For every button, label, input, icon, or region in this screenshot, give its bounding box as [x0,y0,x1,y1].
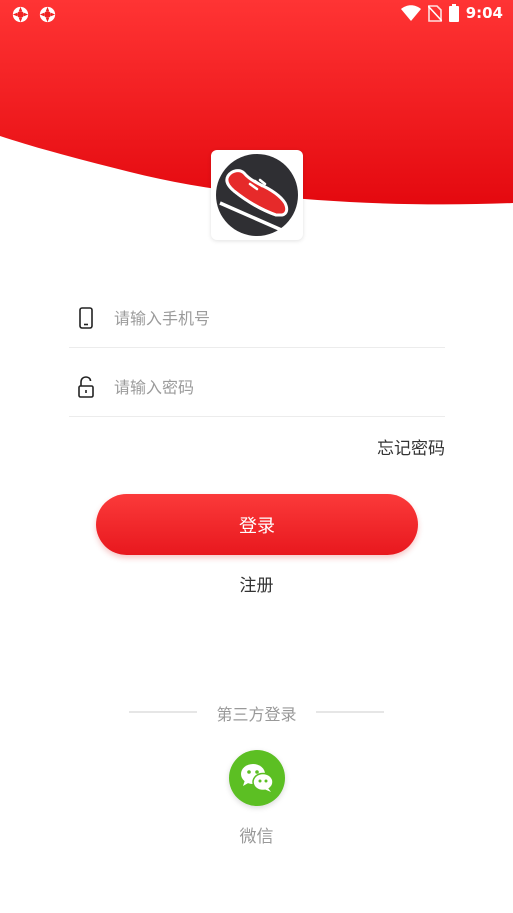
password-input[interactable] [114,367,434,407]
unlock-icon [78,376,94,398]
app-notification-icon [39,6,56,23]
phone-field [69,288,445,348]
phone-icon [79,307,93,329]
third-party-header: 第三方登录 [0,701,513,724]
battery-icon [448,4,459,22]
status-bar: 9:04 [0,0,513,28]
clock: 9:04 [465,4,503,22]
third-party-title: 第三方登录 [216,705,297,724]
wechat-login-button[interactable] [229,750,285,806]
no-sim-icon [427,4,442,22]
divider [316,711,384,713]
phone-input[interactable] [114,298,434,338]
password-field [69,357,445,417]
forgot-password-link[interactable]: 忘记密码 [377,434,445,459]
wechat-label: 微信 [239,827,274,847]
wechat-icon [241,764,274,792]
sneaker-logo-icon [216,154,298,236]
login-screen: 9:04 忘记密码 登录 注册 [0,0,513,913]
wifi-icon [400,5,421,21]
register-link[interactable]: 注册 [0,571,513,596]
notification-icons [12,6,56,23]
app-logo [211,150,303,240]
app-notification-icon [12,6,29,23]
system-status: 9:04 [400,4,503,22]
login-button[interactable]: 登录 [96,494,418,555]
